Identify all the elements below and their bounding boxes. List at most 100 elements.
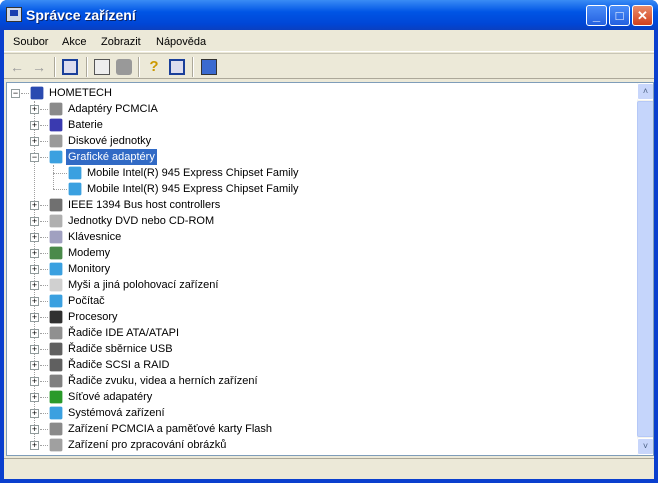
expand-icon[interactable]: + — [30, 409, 39, 418]
tree-item-label: Zařízení pro zpracování obrázků — [68, 439, 227, 451]
tree-item-label: Jednotky DVD nebo CD-ROM — [68, 215, 215, 227]
tree-item[interactable]: + Klávesnice — [7, 229, 627, 245]
close-button[interactable]: ✕ — [632, 5, 653, 26]
device-icon — [49, 262, 63, 276]
help-icon[interactable]: ? — [146, 59, 162, 75]
toolbar: ← → ? — [4, 53, 654, 79]
tree-item-label: Myši a jiná polohovací zařízení — [68, 279, 219, 291]
device-icon — [49, 118, 63, 132]
tree-item-label: Procesory — [68, 311, 118, 323]
device-icon — [30, 86, 44, 100]
tree-item[interactable]: + Řadiče sběrnice USB — [7, 341, 627, 357]
tree-item[interactable]: + Modemy — [7, 245, 627, 261]
properties-icon[interactable] — [94, 59, 110, 75]
menu-napoveda[interactable]: Nápověda — [156, 36, 206, 48]
expand-icon[interactable]: + — [30, 201, 39, 210]
expand-icon[interactable]: + — [30, 297, 39, 306]
maximize-button[interactable]: □ — [609, 5, 630, 26]
tree-item[interactable]: + Řadiče zvuku, videa a herních zařízení — [7, 373, 627, 389]
tree-root-hometech[interactable]: − HOMETECH — [7, 85, 627, 101]
expand-icon[interactable]: + — [30, 313, 39, 322]
tree-item-label: Baterie — [68, 119, 103, 131]
show-hide-tree-icon[interactable] — [62, 59, 78, 75]
device-tree[interactable]: ˄ ˅ − HOMETECH + Adaptéry PCMCIA + Baterie + Di… — [6, 82, 654, 456]
expand-icon[interactable]: + — [30, 377, 39, 386]
expand-icon[interactable]: + — [30, 281, 39, 290]
device-icon — [49, 358, 63, 372]
collapse-icon[interactable]: − — [11, 89, 20, 98]
tree-item[interactable]: + Myši a jiná polohovací zařízení — [7, 277, 627, 293]
tree-item[interactable]: + Procesory — [7, 309, 627, 325]
tree-item-label: Adaptéry PCMCIA — [68, 103, 158, 115]
expand-icon[interactable]: + — [30, 345, 39, 354]
expand-icon[interactable]: + — [30, 249, 39, 258]
back-icon[interactable]: ← — [10, 59, 26, 75]
device-icon — [49, 374, 63, 388]
tree-item-label: IEEE 1394 Bus host controllers — [68, 199, 221, 211]
expand-icon[interactable]: + — [30, 361, 39, 370]
device-manager-window: Správce zařízení _ □ ✕ Soubor Akce Zobra… — [0, 0, 658, 483]
tree-item-label: Monitory — [68, 263, 111, 275]
tree-item[interactable]: + Adaptéry PCMCIA — [7, 101, 627, 117]
expand-icon[interactable]: + — [30, 217, 39, 226]
tree-subitem[interactable]: Mobile Intel(R) 945 Express Chipset Fami… — [7, 181, 627, 197]
status-bar — [4, 458, 654, 479]
device-icon — [49, 438, 63, 452]
expand-icon[interactable]: + — [30, 441, 39, 450]
show-hide-action-pane-icon[interactable] — [169, 59, 185, 75]
tree-item-label: Diskové jednotky — [68, 135, 152, 147]
expand-icon[interactable]: + — [30, 425, 39, 434]
expand-icon[interactable]: + — [30, 265, 39, 274]
scroll-up-button[interactable]: ˄ — [637, 83, 653, 100]
tree-item[interactable]: + Zařízení PCMCIA a paměťové karty Flash — [7, 421, 627, 437]
vertical-scrollbar[interactable]: ˄ ˅ — [637, 83, 653, 455]
tree-item-label: Řadiče sběrnice USB — [68, 343, 173, 355]
print-icon[interactable] — [116, 59, 132, 75]
expand-icon[interactable]: + — [30, 121, 39, 130]
tree-item[interactable]: + Jednotky DVD nebo CD-ROM — [7, 213, 627, 229]
tree-item[interactable]: + Řadiče IDE ATA/ATAPI — [7, 325, 627, 341]
tree-item[interactable]: + Počítač — [7, 293, 627, 309]
tree-item[interactable]: + Baterie — [7, 117, 627, 133]
minimize-button[interactable]: _ — [586, 5, 607, 26]
device-icon — [49, 278, 63, 292]
tree-item[interactable]: + Zařízení pro zpracování obrázků — [7, 437, 627, 453]
scroll-thumb[interactable] — [637, 101, 653, 437]
device-icon — [68, 182, 82, 196]
tree-item-label: Síťové adapatéry — [68, 391, 153, 403]
device-icon — [49, 134, 63, 148]
tree-item-label: Mobile Intel(R) 945 Express Chipset Fami… — [87, 167, 299, 179]
tree-item-label: Řadiče SCSI a RAID — [68, 359, 170, 371]
tree-item-label: Modemy — [68, 247, 111, 259]
tree-item[interactable]: + Síťové adapatéry — [7, 389, 627, 405]
tree-item[interactable]: − Grafické adaptéry — [7, 149, 627, 165]
device-icon — [49, 422, 63, 436]
device-icon — [49, 326, 63, 340]
expand-icon[interactable]: + — [30, 329, 39, 338]
tree-item[interactable]: + Diskové jednotky — [7, 133, 627, 149]
device-icon — [49, 310, 63, 324]
menu-akce[interactable]: Akce — [62, 36, 86, 48]
window-title: Správce zařízení — [26, 7, 136, 23]
expand-icon[interactable]: + — [30, 137, 39, 146]
tree-item[interactable]: + Řadiče SCSI a RAID — [7, 357, 627, 373]
menu-zobrazit[interactable]: Zobrazit — [101, 36, 141, 48]
collapse-icon[interactable]: − — [30, 153, 39, 162]
tree-item[interactable]: + IEEE 1394 Bus host controllers — [7, 197, 627, 213]
device-icon — [49, 294, 63, 308]
tree-item-label: Grafické adaptéry — [66, 149, 157, 165]
tree-item[interactable]: + Systémová zařízení — [7, 405, 627, 421]
title-bar[interactable]: Správce zařízení _ □ ✕ — [0, 0, 658, 30]
expand-icon[interactable]: + — [30, 393, 39, 402]
scan-hardware-icon[interactable] — [201, 59, 217, 75]
expand-icon[interactable]: + — [30, 233, 39, 242]
device-icon — [49, 230, 63, 244]
tree-subitem[interactable]: Mobile Intel(R) 945 Express Chipset Fami… — [7, 165, 627, 181]
tree-item[interactable]: + Monitory — [7, 261, 627, 277]
tree-item-label: HOMETECH — [49, 87, 112, 99]
forward-icon[interactable]: → — [32, 59, 48, 75]
scroll-down-button[interactable]: ˅ — [637, 438, 653, 455]
menu-soubor[interactable]: Soubor — [13, 36, 48, 48]
device-icon — [49, 150, 63, 164]
expand-icon[interactable]: + — [30, 105, 39, 114]
